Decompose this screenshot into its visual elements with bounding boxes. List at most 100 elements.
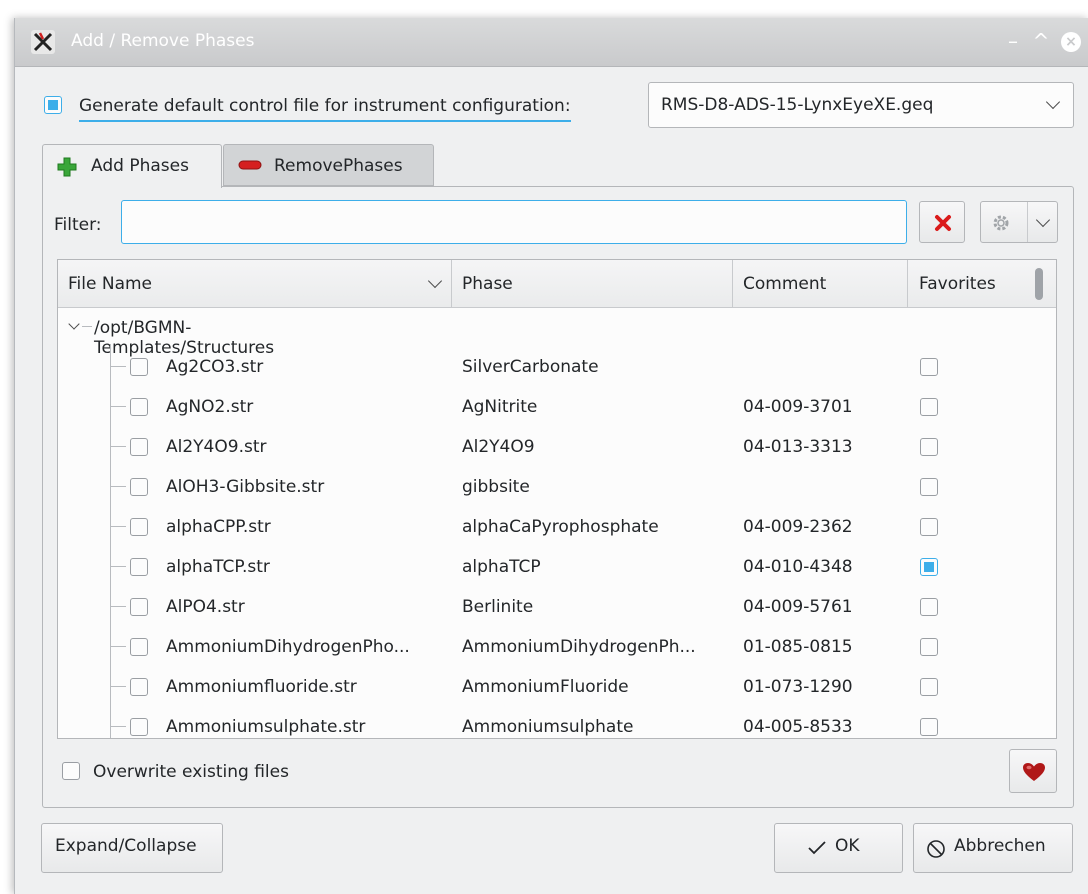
favorite-checkbox[interactable]	[920, 718, 938, 736]
overwrite-label[interactable]: Overwrite existing files	[93, 762, 289, 782]
file-name-cell: AmmoniumDihydrogenPho...	[166, 637, 410, 657]
table-row[interactable]: Ammoniumfluoride.str AmmoniumFluoride 01…	[58, 667, 1056, 707]
comment-cell: 01-085-0815	[743, 637, 853, 657]
minimize-icon[interactable]: –	[1001, 29, 1025, 53]
table-row[interactable]: AlOH3-Gibbsite.str gibbsite	[58, 467, 1056, 507]
tab-add-phases-label: Add Phases	[91, 156, 189, 176]
instrument-configuration-value: RMS-D8-ADS-15-LynxEyeXE.geq	[661, 95, 934, 115]
overwrite-checkbox[interactable]	[62, 762, 80, 780]
gear-icon	[993, 215, 1009, 231]
vertical-scrollbar-handle[interactable]	[1035, 268, 1043, 300]
favorite-checkbox[interactable]	[920, 358, 938, 376]
row-select-checkbox[interactable]	[130, 678, 148, 696]
heart-icon	[1023, 763, 1045, 781]
chevron-down-icon	[1045, 94, 1061, 110]
row-select-checkbox[interactable]	[130, 398, 148, 416]
favorite-checkbox[interactable]	[920, 398, 938, 416]
favorite-checkbox[interactable]	[920, 598, 938, 616]
phase-tree-table[interactable]: File Name Phase Comment Favorites /opt/B…	[57, 259, 1057, 739]
phase-cell: gibbsite	[462, 477, 530, 497]
table-row[interactable]: Ag2CO3.str SilverCarbonate	[58, 347, 1056, 387]
expand-collapse-button[interactable]: Expand/Collapse	[41, 823, 223, 873]
row-select-checkbox[interactable]	[130, 478, 148, 496]
tab-remove-phases[interactable]: RemovePhases	[223, 144, 434, 186]
column-header-favorites[interactable]: Favorites	[919, 274, 996, 294]
favorite-checkbox[interactable]	[920, 638, 938, 656]
phase-cell: alphaCaPyrophosphate	[462, 517, 659, 537]
add-remove-phases-dialog: Add / Remove Phases – ^ × Generate defau…	[14, 18, 1088, 894]
cancel-icon	[927, 840, 945, 858]
favorites-heart-button[interactable]	[1009, 749, 1057, 793]
ok-button[interactable]: OK	[774, 823, 903, 873]
green-plus-icon	[57, 157, 77, 177]
cancel-button[interactable]: Abbrechen	[913, 823, 1073, 873]
table-row[interactable]: AlPO4.str Berlinite 04-009-5761	[58, 587, 1056, 627]
sort-chevron-icon	[427, 273, 443, 289]
clear-filter-button[interactable]	[919, 201, 965, 243]
phase-cell: Berlinite	[462, 597, 534, 617]
filter-options-button[interactable]	[980, 201, 1058, 243]
file-name-cell: alphaCPP.str	[166, 517, 271, 537]
favorite-checkbox[interactable]	[920, 558, 938, 576]
table-row[interactable]: AmmoniumDihydrogenPho... AmmoniumDihydro…	[58, 627, 1056, 667]
row-select-checkbox[interactable]	[130, 598, 148, 616]
table-row[interactable]: alphaCPP.str alphaCaPyrophosphate 04-009…	[58, 507, 1056, 547]
table-row[interactable]: Ammoniumsulphate.str Ammoniumsulphate 04…	[58, 707, 1056, 738]
file-name-cell: AlOH3-Gibbsite.str	[166, 477, 325, 497]
split-divider	[1027, 202, 1028, 242]
table-row[interactable]: alphaTCP.str alphaTCP 04-010-4348	[58, 547, 1056, 587]
phase-cell: AgNitrite	[462, 397, 538, 417]
checkmark-icon	[808, 841, 826, 855]
row-select-checkbox[interactable]	[130, 718, 148, 736]
comment-cell: 04-013-3313	[743, 437, 853, 457]
generate-default-checkbox[interactable]	[44, 96, 62, 114]
chevron-down-icon[interactable]	[1035, 212, 1051, 228]
phase-cell: Ammoniumsulphate	[462, 717, 634, 737]
favorite-checkbox[interactable]	[920, 478, 938, 496]
file-name-cell: AlPO4.str	[166, 597, 245, 617]
table-row[interactable]: AgNO2.str AgNitrite 04-009-3701	[58, 387, 1056, 427]
column-header-phase[interactable]: Phase	[462, 274, 513, 294]
file-name-cell: Ag2CO3.str	[166, 357, 264, 377]
column-header-comment[interactable]: Comment	[743, 274, 826, 294]
file-name-cell: Ammoniumsulphate.str	[166, 717, 366, 737]
column-header-file-name[interactable]: File Name	[68, 274, 152, 294]
tab-remove-phases-label: RemovePhases	[274, 156, 403, 176]
row-select-checkbox[interactable]	[130, 438, 148, 456]
comment-cell: 04-010-4348	[743, 557, 853, 577]
generate-default-label[interactable]: Generate default control file for instru…	[79, 96, 571, 122]
favorite-checkbox[interactable]	[920, 678, 938, 696]
row-select-checkbox[interactable]	[130, 518, 148, 536]
phase-cell: Al2Y4O9	[462, 437, 535, 457]
file-name-cell: Ammoniumfluoride.str	[166, 677, 357, 697]
table-header: File Name Phase Comment Favorites	[58, 260, 1056, 308]
phase-cell: alphaTCP	[462, 557, 541, 577]
row-select-checkbox[interactable]	[130, 558, 148, 576]
comment-cell: 04-009-5761	[743, 597, 853, 617]
clear-red-x-icon	[935, 215, 951, 231]
expand-arrow-icon[interactable]	[68, 318, 80, 330]
close-icon[interactable]: ×	[1061, 32, 1081, 52]
row-select-checkbox[interactable]	[130, 358, 148, 376]
window-title: Add / Remove Phases	[71, 31, 255, 51]
app-logo-icon	[31, 30, 55, 54]
comment-cell: 04-009-3701	[743, 397, 853, 417]
favorite-checkbox[interactable]	[920, 518, 938, 536]
file-name-cell: AgNO2.str	[166, 397, 254, 417]
phase-cell: SilverCarbonate	[462, 357, 599, 377]
filter-label: Filter:	[54, 215, 102, 235]
tab-add-phases[interactable]: Add Phases	[42, 144, 222, 188]
row-select-checkbox[interactable]	[130, 638, 148, 656]
favorite-checkbox[interactable]	[920, 438, 938, 456]
file-name-cell: alphaTCP.str	[166, 557, 270, 577]
phase-cell: AmmoniumFluoride	[462, 677, 629, 697]
filter-input[interactable]	[121, 200, 907, 244]
red-minus-icon	[238, 160, 262, 170]
instrument-configuration-dropdown[interactable]: RMS-D8-ADS-15-LynxEyeXE.geq	[648, 82, 1074, 128]
comment-cell: 04-009-2362	[743, 517, 853, 537]
comment-cell: 01-073-1290	[743, 677, 853, 697]
maximize-icon[interactable]: ^	[1029, 29, 1053, 53]
title-bar[interactable]: Add / Remove Phases – ^ ×	[15, 18, 1088, 67]
table-row[interactable]: Al2Y4O9.str Al2Y4O9 04-013-3313	[58, 427, 1056, 467]
phase-cell: AmmoniumDihydrogenPh...	[462, 637, 696, 657]
